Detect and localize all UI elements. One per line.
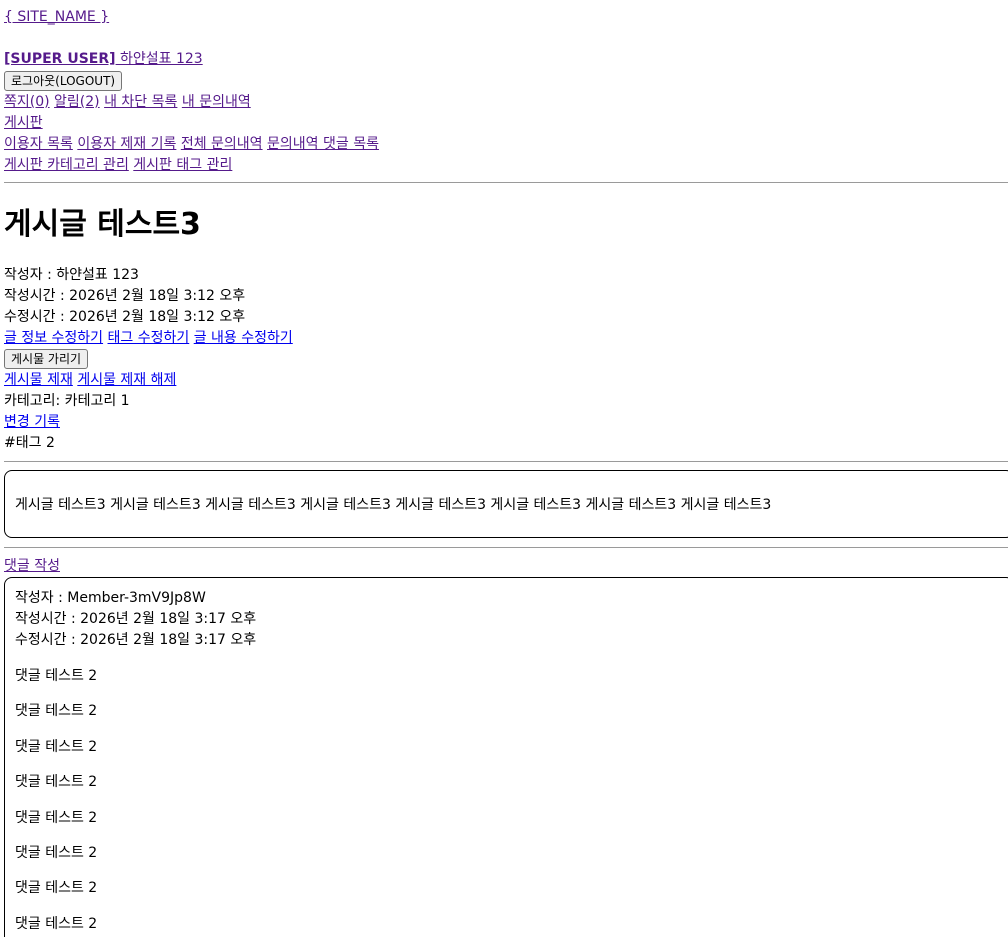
post-edit-links: 글 정보 수정하기 태그 수정하기 글 내용 수정하기 bbox=[4, 328, 1004, 349]
hide-post-row: 게시물 가리기 bbox=[4, 349, 1004, 370]
comment-text-line: 댓글 테스트 2 bbox=[15, 809, 98, 826]
comment-body: 댓글 테스트 2 댓글 테스트 2 댓글 테스트 2 댓글 테스트 2 댓글 테… bbox=[15, 666, 97, 937]
user-profile-link[interactable]: [SUPER USER] 하얀설표 123 bbox=[4, 51, 203, 67]
nav-row-board-admin: 게시판 카테고리 관리 게시판 태그 관리 bbox=[4, 155, 1004, 176]
user-name: 하얀설표 123 bbox=[115, 51, 203, 67]
comment-text-line: 댓글 테스트 2 bbox=[15, 668, 98, 684]
write-comment-link[interactable]: 댓글 작성 bbox=[4, 556, 60, 577]
nav-category-manage-link[interactable]: 게시판 카테고리 관리 bbox=[4, 157, 129, 173]
content-bottom-divider bbox=[4, 547, 1008, 548]
nav-tag-manage-link[interactable]: 게시판 태그 관리 bbox=[133, 157, 232, 173]
comment-text-line: 댓글 테스트 2 bbox=[15, 738, 98, 755]
logout-button[interactable]: 로그아웃(LOGOUT) bbox=[4, 71, 123, 91]
header-divider bbox=[4, 182, 1008, 183]
edit-post-info-link[interactable]: 글 정보 수정하기 bbox=[4, 330, 103, 346]
comment-updated-time: 수정시간 : 2026년 2월 18일 3:17 오후 bbox=[15, 632, 257, 648]
nav-block-list-link[interactable]: 내 차단 목록 bbox=[104, 94, 177, 110]
nav-row-user: 쪽지(0) 알림(2) 내 차단 목록 내 문의내역 bbox=[4, 92, 1004, 113]
edit-content-link[interactable]: 글 내용 수정하기 bbox=[194, 330, 293, 346]
post-content-box: 게시글 테스트3 게시글 테스트3 게시글 테스트3 게시글 테스트3 게시글 … bbox=[4, 470, 1008, 538]
nav-messages-link[interactable]: 쪽지(0) bbox=[4, 94, 50, 110]
post-moderation-links: 게시물 제재 게시물 제재 해제 bbox=[4, 370, 1004, 391]
post-tag: #태그 2 bbox=[4, 435, 55, 451]
post-author: 작성자 : 하얀설표 123 bbox=[4, 267, 139, 283]
post-meta: 작성자 : 하얀설표 123 작성시간 : 2026년 2월 18일 3:12 … bbox=[4, 265, 1004, 454]
post-content: 게시글 테스트3 게시글 테스트3 게시글 테스트3 게시글 테스트3 게시글 … bbox=[15, 497, 772, 513]
post-category: 카테고리: 카테고리 1 bbox=[4, 393, 130, 409]
nav-my-inquiries-link[interactable]: 내 문의내역 bbox=[182, 94, 251, 110]
post-title: 게시글 테스트3 bbox=[4, 207, 201, 242]
nav-all-inquiries-link[interactable]: 전체 문의내역 bbox=[181, 136, 263, 152]
content-top-divider bbox=[4, 461, 1008, 462]
comment-text-line: 댓글 테스트 2 bbox=[15, 915, 98, 932]
nav-row-board: 게시판 bbox=[4, 113, 1004, 134]
nav-inquiry-comments-link[interactable]: 문의내역 댓글 목록 bbox=[267, 136, 379, 152]
post-history-row: 변경 기록 bbox=[4, 412, 1004, 433]
post-created-time: 작성시간 : 2026년 2월 18일 3:12 오후 bbox=[4, 288, 246, 304]
comment-author: 작성자 : Member-3mV9Jp8W bbox=[15, 590, 206, 606]
nav-notifications-link[interactable]: 알림(2) bbox=[54, 94, 100, 110]
user-info: [SUPER USER] 하얀설표 123 bbox=[4, 49, 203, 70]
nav-sanction-history-link[interactable]: 이용자 제재 기록 bbox=[77, 136, 176, 152]
comment-text-line: 댓글 테스트 2 bbox=[15, 703, 98, 720]
nav-board-link[interactable]: 게시판 bbox=[4, 115, 43, 131]
comment-item: 작성자 : Member-3mV9Jp8W 작성시간 : 2026년 2월 18… bbox=[4, 577, 1008, 937]
sanction-post-link[interactable]: 게시물 제재 bbox=[4, 372, 73, 388]
comment-text-line: 댓글 테스트 2 bbox=[15, 844, 98, 861]
change-history-link[interactable]: 변경 기록 bbox=[4, 414, 60, 430]
unsanction-post-link[interactable]: 게시물 제재 해제 bbox=[77, 372, 176, 388]
user-role: [SUPER USER] bbox=[4, 51, 116, 67]
site-name-link[interactable]: { SITE_NAME } bbox=[4, 7, 109, 28]
comment-text-line: 댓글 테스트 2 bbox=[15, 880, 98, 897]
comment-created-time: 작성시간 : 2026년 2월 18일 3:17 오후 bbox=[15, 611, 257, 627]
nav-menu: 쪽지(0) 알림(2) 내 차단 목록 내 문의내역 게시판 이용자 목록 이용… bbox=[4, 92, 1004, 176]
edit-tags-link[interactable]: 태그 수정하기 bbox=[108, 330, 190, 346]
comment-text-line: 댓글 테스트 2 bbox=[15, 774, 98, 791]
comment-meta: 작성자 : Member-3mV9Jp8W 작성시간 : 2026년 2월 18… bbox=[15, 588, 256, 651]
nav-row-admin: 이용자 목록 이용자 제재 기록 전체 문의내역 문의내역 댓글 목록 bbox=[4, 134, 1004, 155]
hide-post-button[interactable]: 게시물 가리기 bbox=[4, 349, 89, 369]
nav-user-list-link[interactable]: 이용자 목록 bbox=[4, 136, 73, 152]
post-updated-time: 수정시간 : 2026년 2월 18일 3:12 오후 bbox=[4, 309, 246, 325]
